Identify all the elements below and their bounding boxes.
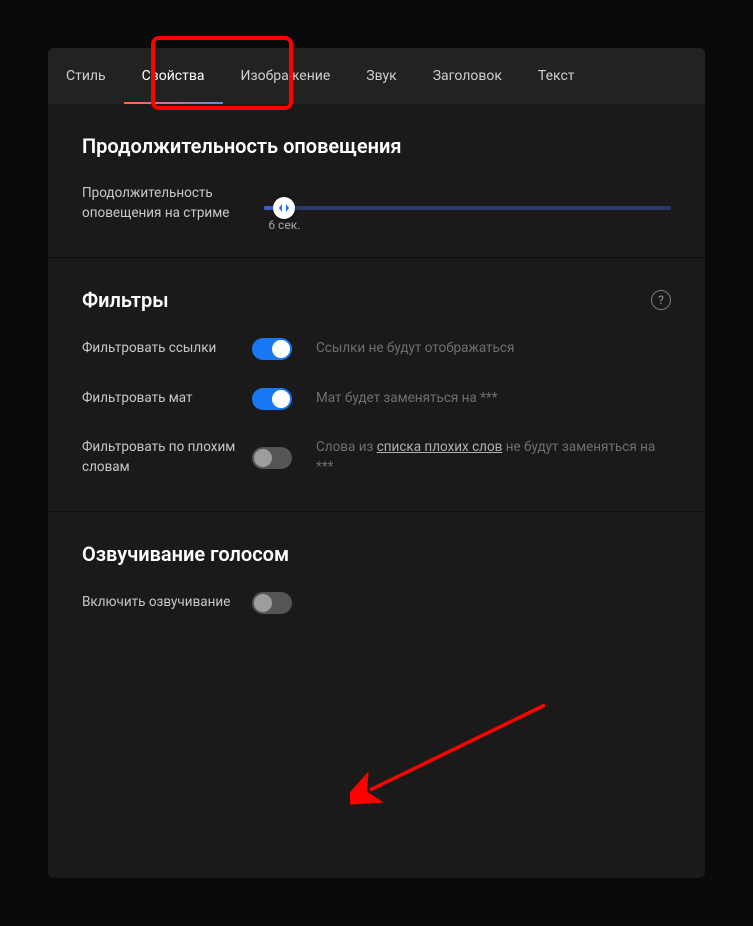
filter-label: Фильтровать по плохим словам [82, 438, 252, 477]
tab-text[interactable]: Текст [520, 48, 593, 104]
filter-row-badwords: Фильтровать по плохим словам Слова из сп… [82, 438, 671, 477]
toggle-filter-links[interactable] [252, 338, 292, 360]
toggle-filter-profanity[interactable] [252, 388, 292, 410]
filter-row-links: Фильтровать ссылки Ссылки не будут отобр… [82, 338, 671, 360]
tab-bar: Стиль Свойства Изображение Звук Заголово… [48, 48, 705, 104]
tab-style[interactable]: Стиль [48, 48, 124, 104]
section-title-filters: Фильтры [82, 288, 169, 312]
toggle-voice[interactable] [252, 592, 292, 614]
duration-label: Продолжительность оповещения на стриме [82, 184, 252, 223]
tab-properties[interactable]: Свойства [124, 48, 223, 104]
help-icon[interactable]: ? [651, 290, 671, 310]
duration-slider[interactable]: 6 сек. [264, 198, 671, 210]
toggle-filter-badwords[interactable] [252, 447, 292, 469]
settings-panel: Стиль Свойства Изображение Звук Заголово… [48, 48, 705, 878]
section-filters: Фильтры ? Фильтровать ссылки Ссылки не б… [48, 258, 705, 512]
filter-desc: Слова из списка плохих слов не будут зам… [316, 438, 671, 477]
section-title-duration: Продолжительность оповещения [82, 134, 671, 158]
badwords-list-link[interactable]: списка плохих слов [377, 439, 503, 455]
voice-row: Включить озвучивание [82, 592, 671, 614]
slider-value-label: 6 сек. [268, 218, 300, 232]
voice-label: Включить озвучивание [82, 593, 252, 613]
filter-label: Фильтровать ссылки [82, 339, 252, 359]
section-title-voice: Озвучивание голосом [82, 542, 671, 566]
filter-desc: Мат будет заменяться на *** [316, 389, 498, 409]
filter-desc: Ссылки не будут отображаться [316, 339, 514, 359]
tab-title[interactable]: Заголовок [415, 48, 520, 104]
filter-row-profanity: Фильтровать мат Мат будет заменяться на … [82, 388, 671, 410]
filter-label: Фильтровать мат [82, 389, 252, 409]
section-voice: Озвучивание голосом Включить озвучивание [48, 512, 705, 648]
slider-thumb[interactable] [273, 197, 295, 219]
section-duration: Продолжительность оповещения Продолжител… [48, 104, 705, 258]
tab-image[interactable]: Изображение [223, 48, 349, 104]
tab-sound[interactable]: Звук [348, 48, 414, 104]
